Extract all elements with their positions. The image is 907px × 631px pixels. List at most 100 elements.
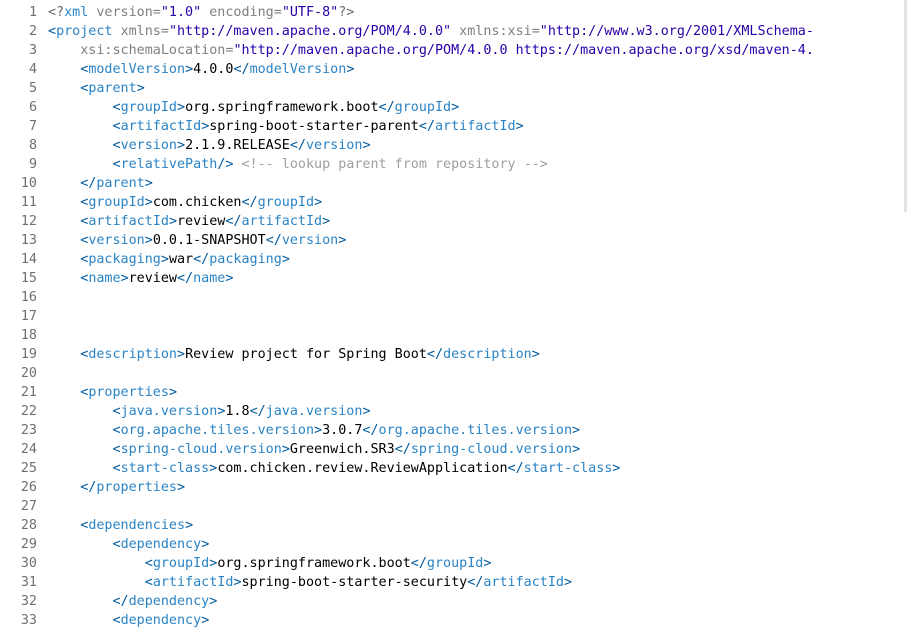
- line-content: <dependencies>: [48, 516, 193, 535]
- token-attr: xmlns=: [112, 24, 169, 39]
- token-comment: <!-- lookup parent from repository -->: [241, 157, 548, 172]
- code-line[interactable]: 18: [0, 326, 907, 345]
- line-number: 10: [20, 176, 37, 191]
- code-editor[interactable]: 1 <?xml version="1.0" encoding="UTF-8"?> 2…: [0, 0, 907, 631]
- token-bracket: >: [185, 518, 194, 533]
- token-bracket: >: [346, 62, 355, 77]
- code-line[interactable]: 1 <?xml version="1.0" encoding="UTF-8"?>: [0, 3, 907, 22]
- token-bracket: >: [225, 271, 234, 286]
- code-line[interactable]: 23 <org.apache.tiles.version>3.0.7</org.…: [0, 421, 907, 440]
- line-number: 2: [28, 24, 37, 39]
- token-bracket: </: [80, 176, 97, 191]
- code-line[interactable]: 8 <version>2.1.9.RELEASE</version>: [0, 136, 907, 155]
- code-line[interactable]: 20: [0, 364, 907, 383]
- token-bracket: >: [572, 423, 581, 438]
- code-line[interactable]: 21 <properties>: [0, 383, 907, 402]
- token-text: Review project for Spring Boot: [185, 347, 427, 362]
- token-tag: start-class: [120, 461, 210, 476]
- token-bracket: >: [233, 575, 242, 590]
- token-bracket: <: [112, 442, 121, 457]
- code-line[interactable]: 10 </parent>: [0, 174, 907, 193]
- token-bracket: </: [112, 594, 129, 609]
- code-line[interactable]: 17: [0, 307, 907, 326]
- line-number: 21: [20, 385, 37, 400]
- code-line[interactable]: 13 <version>0.0.1-SNAPSHOT</version>: [0, 231, 907, 250]
- token-bracket: >: [201, 537, 210, 552]
- token-pi: <?: [48, 5, 65, 20]
- token-tag: description: [443, 347, 532, 362]
- code-line[interactable]: 30 <groupId>org.springframework.boot</gr…: [0, 554, 907, 573]
- code-line[interactable]: 4 <modelVersion>4.0.0</modelVersion>: [0, 60, 907, 79]
- line-content: <?xml version="1.0" encoding="UTF-8"?>: [48, 3, 354, 22]
- line-content: xsi:schemaLocation="http://maven.apache.…: [48, 41, 814, 60]
- code-line[interactable]: 26 </properties>: [0, 478, 907, 497]
- line-number: 6: [28, 100, 37, 115]
- line-number: 18: [20, 328, 37, 343]
- line-number: 19: [20, 347, 37, 362]
- code-line[interactable]: 12 <artifactId>review</artifactId>: [0, 212, 907, 231]
- code-line[interactable]: 32 </dependency>: [0, 592, 907, 611]
- code-line[interactable]: 6 <groupId>org.springframework.boot</gro…: [0, 98, 907, 117]
- token-tag: parent: [96, 176, 145, 191]
- token-tag: spring-cloud.version: [410, 442, 573, 457]
- token-tag: name: [88, 271, 121, 286]
- line-content: <description>Review project for Spring B…: [48, 345, 540, 364]
- code-line[interactable]: 24 <spring-cloud.version>Greenwich.SR3</…: [0, 440, 907, 459]
- code-line[interactable]: 33 <dependency>: [0, 611, 907, 630]
- token-bracket: <: [144, 575, 153, 590]
- token-bracket: >: [362, 138, 371, 153]
- token-bracket: <: [48, 24, 57, 39]
- line-number: 31: [20, 575, 37, 590]
- line-number: 17: [20, 309, 37, 324]
- code-line[interactable]: 7 <artifactId>spring-boot-starter-parent…: [0, 117, 907, 136]
- code-line[interactable]: 16: [0, 288, 907, 307]
- token-text: org.springframework.boot: [185, 100, 379, 115]
- line-content: <groupId>com.chicken</groupId>: [48, 193, 322, 212]
- token-bracket: >: [338, 233, 347, 248]
- token-tag: relativePath: [120, 157, 218, 172]
- code-line[interactable]: 15 <name>review</name>: [0, 269, 907, 288]
- code-line[interactable]: 5 <parent>: [0, 79, 907, 98]
- code-line[interactable]: 19 <description>Review project for Sprin…: [0, 345, 907, 364]
- token-bracket: </: [249, 404, 266, 419]
- code-line[interactable]: 11 <groupId>com.chicken</groupId>: [0, 193, 907, 212]
- line-number: 20: [20, 366, 37, 381]
- token-tag: dependency: [120, 613, 202, 628]
- token-bracket: >: [177, 138, 186, 153]
- token-tag: artifactId: [434, 119, 516, 134]
- code-line[interactable]: 27: [0, 497, 907, 516]
- code-line[interactable]: 28 <dependencies>: [0, 516, 907, 535]
- token-bracket: >: [144, 233, 153, 248]
- line-number: 13: [20, 233, 37, 248]
- line-number: 23: [20, 423, 37, 438]
- token-tag: name: [193, 271, 226, 286]
- line-number: 22: [20, 404, 37, 419]
- code-line[interactable]: 22 <java.version>1.8</java.version>: [0, 402, 907, 421]
- line-content: <dependency>: [48, 535, 210, 554]
- code-line[interactable]: 3 xsi:schemaLocation="http://maven.apach…: [0, 41, 907, 60]
- code-line[interactable]: 14 <packaging>war</packaging>: [0, 250, 907, 269]
- code-line[interactable]: 2 <project xmlns="http://maven.apache.org…: [0, 22, 907, 41]
- token-bracket: </: [410, 556, 427, 571]
- token-bracket: </: [362, 423, 379, 438]
- token-bracket: >: [563, 575, 573, 590]
- token-text: 3.0.7: [322, 423, 363, 438]
- token-attr: version=: [88, 5, 161, 20]
- code-line[interactable]: 29 <dependency>: [0, 535, 907, 554]
- code-line[interactable]: 25 <start-class>com.chicken.review.Revie…: [0, 459, 907, 478]
- token-tag: version: [281, 233, 339, 248]
- code-line[interactable]: 31 <artifactId>spring-boot-starter-secur…: [0, 573, 907, 592]
- code-line[interactable]: 9 <relativePath/> <!-- lookup parent fro…: [0, 155, 907, 174]
